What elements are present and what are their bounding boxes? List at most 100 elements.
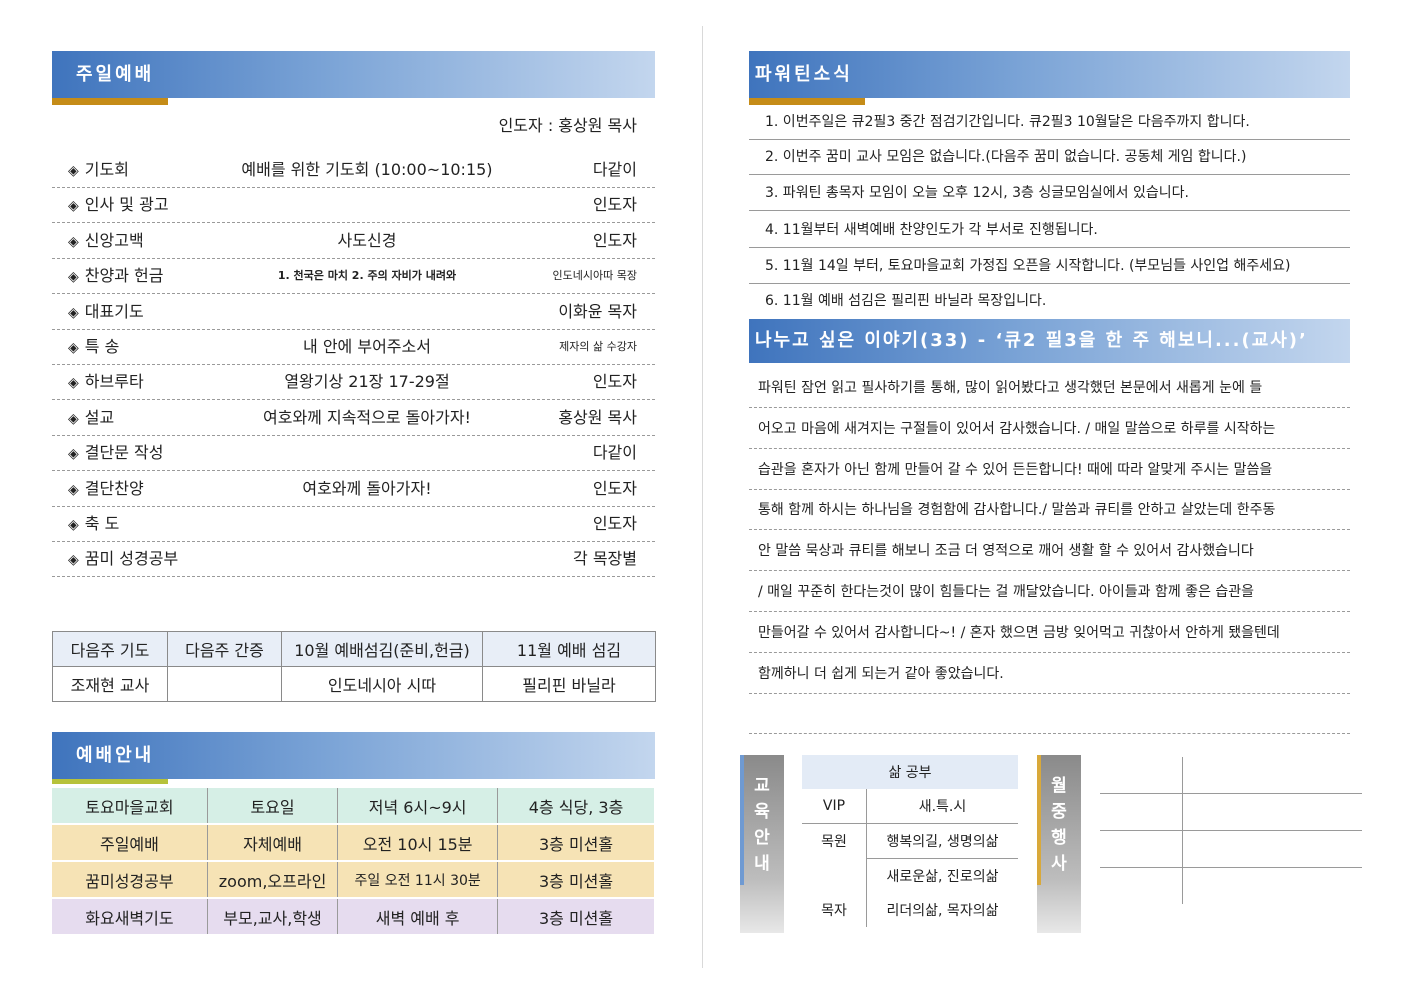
worship-banner: 주일예배 bbox=[52, 51, 655, 98]
order-name-text: 기도회 bbox=[84, 160, 129, 179]
story-line: 습관을 혼자가 아닌 함께 만들어 갈 수 있어 든든합니다! 때에 따라 알맞… bbox=[749, 450, 1350, 490]
event-cell bbox=[1182, 830, 1362, 868]
event-cell bbox=[1182, 793, 1362, 831]
leader-line: 인도자 : 홍상원 목사 bbox=[498, 116, 637, 135]
next-week-table: 다음주 기도 다음주 간증 10월 예배섬김(준비,헌금) 11월 예배 섬김 … bbox=[52, 631, 656, 702]
order-content: 여호와께 지속적으로 돌아가자! bbox=[263, 407, 471, 427]
service-cell: 3층 미션홀 bbox=[497, 861, 655, 899]
order-name: ◈ 찬양과 헌금 bbox=[68, 258, 163, 295]
order-person: 다같이 bbox=[592, 160, 637, 179]
edu-courses: 리더의삶, 목자의삶 bbox=[886, 903, 999, 919]
order-name-text: 신앙고백 bbox=[84, 230, 144, 250]
order-person: 인도네시아따 목장 bbox=[552, 269, 637, 283]
service-cell: 3층 미션홀 bbox=[497, 898, 655, 936]
bullet-icon: ◈ bbox=[68, 552, 79, 569]
guide-banner-accent bbox=[52, 779, 168, 784]
service-row: 꿈미성경공부 zoom,오프라인 주일 오전 11시 30분 3층 미션홀 bbox=[52, 861, 655, 899]
order-content: 예배를 위한 기도회 (10:00~10:15) bbox=[241, 160, 493, 179]
edu-table: 삶 공부 VIP 새.특.시 목원 행복의길, 생명의삶 새로운삶, 진로의삶 … bbox=[802, 755, 1018, 927]
order-name-text: 꿈미 성경공부 bbox=[84, 549, 179, 569]
order-row: ◈ 기도회 예배를 위한 기도회 (10:00~10:15) 다같이 bbox=[52, 152, 655, 188]
order-row: ◈ 설교 여호와께 지속적으로 돌아가자! 홍상원 목사 bbox=[52, 400, 655, 436]
service-cell: 저녁 6시~9시 bbox=[337, 788, 499, 825]
event-cell bbox=[1100, 830, 1183, 868]
order-row: ◈ 인사 및 광고 인도자 bbox=[52, 187, 655, 224]
order-row: ◈ 신앙고백 사도신경 인도자 bbox=[52, 223, 655, 259]
order-row: ◈ 대표기도 이화윤 목자 bbox=[52, 294, 655, 330]
monthly-label-char: 월 bbox=[1051, 776, 1067, 796]
order-name-text: 찬양과 헌금 bbox=[84, 266, 164, 286]
guide-title: 예배안내 bbox=[76, 745, 155, 766]
service-cell: zoom,오프라인 bbox=[207, 861, 339, 899]
order-row: ◈ 찬양과 헌금 1. 천국은 마치 2. 주의 자비가 내려와 인도네시아따 목장 bbox=[52, 258, 655, 295]
order-name: ◈ 하브루타 bbox=[68, 364, 144, 401]
order-name: ◈ 기도회 bbox=[68, 152, 129, 189]
news-item: 1. 이번주일은 큐2필3 중간 점검기간입니다. 큐2필3 10월달은 다음주… bbox=[749, 105, 1350, 140]
service-cell: 자체예배 bbox=[207, 824, 339, 862]
order-person: 인도자 bbox=[592, 230, 637, 250]
order-person: 인도자 bbox=[592, 372, 637, 392]
edu-label-char: 안 bbox=[754, 828, 770, 848]
service-row: 토요마을교회 토요일 저녁 6시~9시 4층 식당, 3층 bbox=[52, 788, 655, 825]
order-content: 사도신경 bbox=[337, 230, 397, 250]
order-row: ◈ 꿈미 성경공부 각 목장별 bbox=[52, 541, 655, 578]
service-guide-table: 토요마을교회 토요일 저녁 6시~9시 4층 식당, 3층 주일예배 자체예배 오전 10시… bbox=[52, 788, 655, 936]
order-person: 홍상원 목사 bbox=[558, 407, 637, 427]
monthly-label-char: 행 bbox=[1051, 828, 1067, 848]
order-row: ◈ 하브루타 열왕기상 21장 17-29절 인도자 bbox=[52, 364, 655, 401]
service-cell: 주일예배 bbox=[52, 824, 208, 862]
next-week-header: 11월 예배 섬김 bbox=[482, 631, 656, 667]
monthly-label-edge bbox=[1037, 755, 1041, 885]
monthly-events-table bbox=[1100, 757, 1362, 904]
order-name: ◈ 축 도 bbox=[68, 506, 119, 543]
edu-level bbox=[802, 858, 867, 893]
order-name-text: 결단문 작성 bbox=[84, 443, 164, 463]
event-cell bbox=[1100, 793, 1183, 831]
service-cell: 주일 오전 11시 30분 bbox=[337, 861, 499, 899]
order-name-text: 축 도 bbox=[84, 514, 120, 533]
news-item: 2. 이번주 꿈미 교사 모임은 없습니다.(다음주 꿈미 없습니다. 공동체 … bbox=[749, 140, 1350, 175]
event-cell bbox=[1100, 757, 1183, 794]
edu-courses: 새.특.시 bbox=[866, 789, 1018, 824]
bullet-icon: ◈ bbox=[68, 481, 79, 498]
order-name-text: 특 송 bbox=[84, 337, 120, 356]
page-divider bbox=[702, 26, 703, 968]
bullet-icon: ◈ bbox=[68, 163, 79, 179]
news-item: 4. 11월부터 새벽예배 찬양인도가 각 부서로 진행됩니다. bbox=[749, 213, 1350, 248]
event-cell bbox=[1183, 868, 1363, 905]
service-cell: 꿈미성경공부 bbox=[52, 861, 208, 899]
order-name-text: 결단찬양 bbox=[84, 478, 144, 498]
worship-title: 주일예배 bbox=[76, 64, 155, 85]
order-person: 인도자 bbox=[592, 195, 637, 215]
order-name: ◈ 결단찬양 bbox=[68, 471, 144, 508]
service-row: 주일예배 자체예배 오전 10시 15분 3층 미션홀 bbox=[52, 824, 655, 862]
news-item: 6. 11월 예배 섬김은 필리핀 바닐라 목장입니다. bbox=[765, 293, 1047, 309]
next-week-value: 인도네시아 시따 bbox=[281, 666, 483, 702]
edu-courses: 행복의길, 생명의삶 bbox=[866, 823, 1018, 859]
story-line bbox=[749, 694, 1350, 735]
order-name-text: 인사 및 광고 bbox=[84, 195, 169, 215]
next-week-header: 다음주 간증 bbox=[167, 631, 282, 667]
news-item: 3. 파워틴 총목자 모임이 오늘 오후 12시, 3층 싱글모임실에서 있습니… bbox=[749, 176, 1350, 211]
bullet-icon: ◈ bbox=[68, 446, 79, 463]
order-person: 다같이 bbox=[592, 443, 637, 463]
news-item: 5. 11월 14일 부터, 토요마을교회 가정집 오픈을 시작합니다. (부모… bbox=[749, 249, 1350, 284]
edu-level: VIP bbox=[802, 789, 867, 824]
order-person: 이화윤 목자 bbox=[558, 301, 637, 321]
next-week-header: 다음주 기도 bbox=[52, 631, 168, 667]
edu-label: 교 육 안 내 bbox=[740, 755, 784, 933]
service-row: 화요새벽기도 부모,교사,학생 새벽 예배 후 3층 미션홀 bbox=[52, 898, 655, 936]
bullet-icon: ◈ bbox=[68, 517, 79, 533]
next-week-value: 필리핀 바닐라 bbox=[482, 666, 656, 702]
guide-banner: 예배안내 bbox=[52, 732, 655, 779]
news-banner-accent bbox=[749, 98, 865, 105]
story-line: 어오고 마음에 새겨지는 구절들이 있어서 감사했습니다. / 매일 말씀으로 … bbox=[749, 409, 1350, 449]
service-cell: 토요일 bbox=[207, 788, 339, 825]
edu-courses: 새로운삶, 진로의삶 bbox=[886, 869, 999, 885]
order-name: ◈ 결단문 작성 bbox=[68, 435, 163, 472]
bullet-icon: ◈ bbox=[68, 198, 79, 215]
story-line: 안 말씀 묵상과 큐티를 해보니 조금 더 영적으로 깨어 생활 할 수 있어서… bbox=[749, 531, 1350, 572]
order-name: ◈ 대표기도 bbox=[68, 294, 144, 331]
order-content: 1. 천국은 마치 2. 주의 자비가 내려와 bbox=[277, 269, 457, 283]
monthly-label-char: 사 bbox=[1051, 854, 1067, 874]
